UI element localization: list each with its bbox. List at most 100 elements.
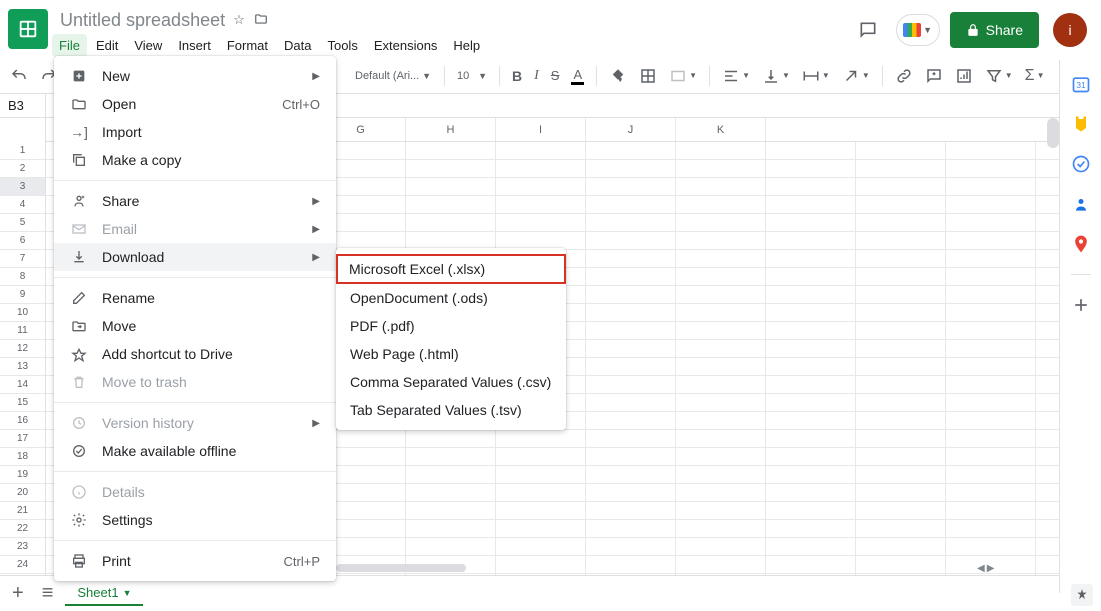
- row-header[interactable]: 11: [0, 322, 45, 340]
- menu-extensions[interactable]: Extensions: [367, 34, 445, 57]
- menu-trash[interactable]: Move to trash: [54, 368, 336, 396]
- menu-edit[interactable]: Edit: [89, 34, 125, 57]
- row-header[interactable]: 19: [0, 466, 45, 484]
- menu-new[interactable]: New▶: [54, 62, 336, 90]
- row-header[interactable]: 14: [0, 376, 45, 394]
- sheet-tab-1[interactable]: Sheet1 ▼: [65, 581, 143, 606]
- calendar-icon[interactable]: 31: [1071, 74, 1091, 94]
- menu-details[interactable]: Details: [54, 478, 336, 506]
- menu-data[interactable]: Data: [277, 34, 318, 57]
- font-size[interactable]: 10 ▼: [453, 67, 491, 85]
- menu-move[interactable]: Move: [54, 312, 336, 340]
- filter-button[interactable]: ▼: [981, 64, 1017, 88]
- star-icon[interactable]: ☆: [233, 12, 245, 28]
- contacts-icon[interactable]: [1071, 194, 1091, 214]
- menu-view[interactable]: View: [127, 34, 169, 57]
- row-header[interactable]: 20: [0, 484, 45, 502]
- menu-format[interactable]: Format: [220, 34, 275, 57]
- borders-button[interactable]: [635, 64, 661, 88]
- link-button[interactable]: [891, 64, 917, 88]
- menu-settings[interactable]: Settings: [54, 506, 336, 534]
- halign-button[interactable]: ▼: [718, 64, 754, 88]
- text-color-button[interactable]: A: [567, 64, 588, 88]
- download-html[interactable]: Web Page (.html): [336, 340, 566, 368]
- explore-button[interactable]: [1071, 584, 1093, 606]
- share-button[interactable]: Share: [950, 12, 1039, 48]
- row-header[interactable]: 17: [0, 430, 45, 448]
- menu-version[interactable]: Version history▶: [54, 409, 336, 437]
- tasks-icon[interactable]: [1071, 154, 1091, 174]
- download-csv[interactable]: Comma Separated Values (.csv): [336, 368, 566, 396]
- menu-add-shortcut[interactable]: Add shortcut to Drive: [54, 340, 336, 368]
- fill-color-button[interactable]: [605, 64, 631, 88]
- row-header[interactable]: 18: [0, 448, 45, 466]
- all-sheets-button[interactable]: ≡: [36, 582, 60, 605]
- row-header[interactable]: 5: [0, 214, 45, 232]
- menu-email[interactable]: Email▶: [54, 215, 336, 243]
- horizontal-scrollbar[interactable]: [336, 564, 466, 572]
- functions-button[interactable]: Σ▼: [1021, 64, 1049, 88]
- row-header[interactable]: 23: [0, 538, 45, 556]
- keep-icon[interactable]: [1071, 114, 1091, 134]
- add-sheet-button[interactable]: +: [6, 582, 30, 605]
- chart-button[interactable]: [951, 64, 977, 88]
- menu-insert[interactable]: Insert: [171, 34, 218, 57]
- font-selector[interactable]: Default (Ari... ▼: [350, 66, 436, 86]
- row-header[interactable]: 15: [0, 394, 45, 412]
- column-header[interactable]: K: [676, 118, 766, 141]
- row-header[interactable]: 8: [0, 268, 45, 286]
- italic-button[interactable]: I: [530, 65, 543, 87]
- row-header[interactable]: 9: [0, 286, 45, 304]
- row-header[interactable]: 21: [0, 502, 45, 520]
- download-ods[interactable]: OpenDocument (.ods): [336, 284, 566, 312]
- menu-print[interactable]: PrintCtrl+P: [54, 547, 336, 575]
- row-header[interactable]: 10: [0, 304, 45, 322]
- valign-button[interactable]: ▼: [758, 64, 794, 88]
- column-header[interactable]: H: [406, 118, 496, 141]
- bold-button[interactable]: B: [508, 65, 526, 87]
- row-header[interactable]: 22: [0, 520, 45, 538]
- row-header[interactable]: 4: [0, 196, 45, 214]
- merge-button[interactable]: ▼: [665, 64, 701, 88]
- account-avatar[interactable]: i: [1053, 13, 1087, 47]
- menu-rename[interactable]: Rename: [54, 284, 336, 312]
- menu-tools[interactable]: Tools: [320, 34, 364, 57]
- download-tsv[interactable]: Tab Separated Values (.tsv): [336, 396, 566, 424]
- svg-text:31: 31: [1076, 80, 1086, 90]
- row-header[interactable]: 12: [0, 340, 45, 358]
- rotate-button[interactable]: ▼: [838, 64, 874, 88]
- maps-icon[interactable]: [1071, 234, 1091, 254]
- addons-icon[interactable]: [1071, 295, 1091, 315]
- row-header[interactable]: 2: [0, 160, 45, 178]
- comments-icon[interactable]: [850, 12, 886, 48]
- download-pdf[interactable]: PDF (.pdf): [336, 312, 566, 340]
- document-title[interactable]: Untitled spreadsheet: [60, 10, 225, 31]
- wrap-button[interactable]: ▼: [798, 64, 834, 88]
- column-header[interactable]: I: [496, 118, 586, 141]
- menu-file[interactable]: File: [52, 34, 87, 57]
- menu-offline[interactable]: Make available offline: [54, 437, 336, 465]
- menu-help[interactable]: Help: [446, 34, 487, 57]
- download-xlsx[interactable]: Microsoft Excel (.xlsx): [336, 254, 566, 284]
- meet-button[interactable]: ▼: [896, 14, 940, 46]
- row-header[interactable]: 3: [0, 178, 45, 196]
- move-folder-icon[interactable]: [253, 12, 269, 29]
- vertical-scrollbar[interactable]: [1047, 118, 1059, 148]
- menu-import[interactable]: →]Import: [54, 118, 336, 146]
- name-box[interactable]: B3: [0, 94, 46, 117]
- row-header[interactable]: 24: [0, 556, 45, 574]
- sheets-logo[interactable]: [8, 9, 48, 49]
- menu-copy[interactable]: Make a copy: [54, 146, 336, 174]
- undo-button[interactable]: [6, 64, 32, 88]
- menu-open[interactable]: OpenCtrl+O: [54, 90, 336, 118]
- row-header[interactable]: 16: [0, 412, 45, 430]
- menu-share[interactable]: Share▶: [54, 187, 336, 215]
- row-header[interactable]: 13: [0, 358, 45, 376]
- comment-button[interactable]: [921, 64, 947, 88]
- row-header[interactable]: 1: [0, 142, 45, 160]
- row-header[interactable]: 6: [0, 232, 45, 250]
- row-header[interactable]: 7: [0, 250, 45, 268]
- menu-download[interactable]: Download▶: [54, 243, 336, 271]
- column-header[interactable]: J: [586, 118, 676, 141]
- strike-button[interactable]: S: [547, 65, 564, 86]
